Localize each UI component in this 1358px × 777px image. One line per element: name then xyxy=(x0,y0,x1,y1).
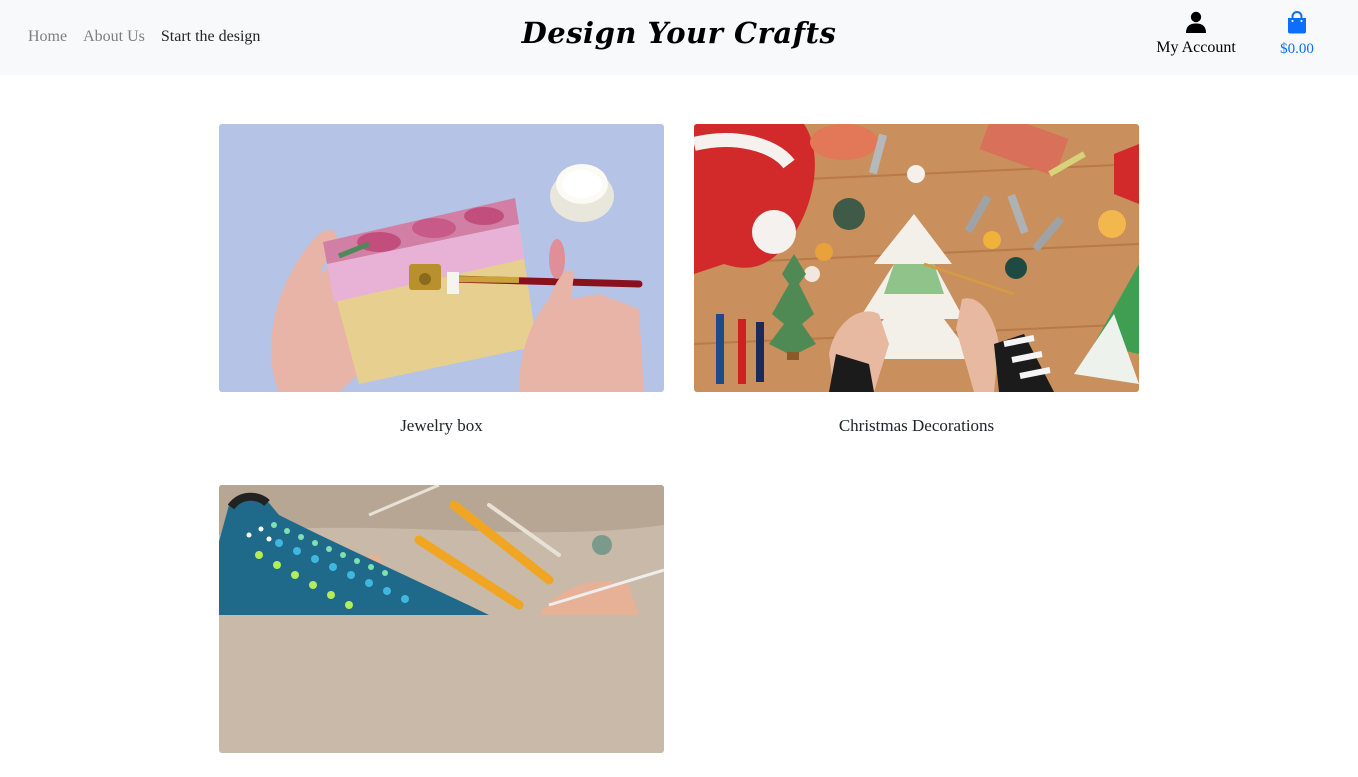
brand-logo[interactable]: Design Your Crafts xyxy=(522,16,837,50)
product-card-bottle[interactable] xyxy=(219,485,664,777)
product-card-jewelry-box[interactable]: Jewelry box xyxy=(219,124,664,436)
my-account-link[interactable]: My Account xyxy=(1146,11,1246,57)
nav-links: Home About Us Start the design xyxy=(28,27,260,47)
user-icon xyxy=(1186,11,1206,33)
nav-link-home[interactable]: Home xyxy=(28,27,67,47)
shopping-bag-icon xyxy=(1288,11,1306,34)
cart-total: $0.00 xyxy=(1280,41,1314,57)
product-image-jewelry-box[interactable] xyxy=(219,124,664,392)
product-image-bottle[interactable] xyxy=(219,485,664,753)
product-card-christmas-decorations[interactable]: Christmas Decorations xyxy=(694,124,1139,436)
cart-link[interactable]: $0.00 xyxy=(1262,11,1332,58)
product-image-christmas-decorations[interactable] xyxy=(694,124,1139,392)
my-account-label: My Account xyxy=(1156,39,1236,56)
nav-link-start-the-design[interactable]: Start the design xyxy=(161,27,261,47)
nav-link-about-us[interactable]: About Us xyxy=(83,27,145,47)
product-title: Christmas Decorations xyxy=(838,416,995,435)
navbar: Home About Us Start the design Design Yo… xyxy=(0,0,1358,75)
product-title: Jewelry box xyxy=(400,416,483,435)
